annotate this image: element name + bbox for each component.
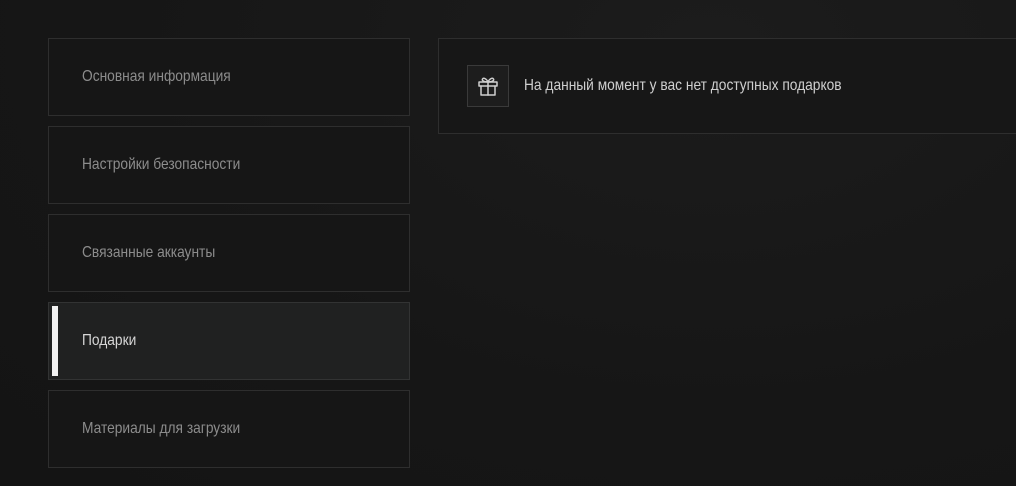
gift-icon-frame — [467, 65, 509, 107]
gifts-panel: На данный момент у вас нет доступных под… — [438, 38, 1016, 134]
sidebar-item-label: Материалы для загрузки — [82, 420, 241, 437]
sidebar-item-downloads[interactable]: Материалы для загрузки — [48, 390, 410, 468]
sidebar-item-security-settings[interactable]: Настройки безопасности — [48, 126, 410, 204]
sidebar-item-label: Основная информация — [82, 68, 231, 85]
sidebar-nav: Основная информация Настройки безопаснос… — [48, 38, 410, 468]
gift-icon — [478, 77, 498, 96]
sidebar-item-label: Настройки безопасности — [82, 156, 241, 173]
sidebar-item-label: Подарки — [82, 332, 137, 349]
sidebar-item-linked-accounts[interactable]: Связанные аккаунты — [48, 214, 410, 292]
active-indicator — [52, 306, 58, 376]
sidebar-item-gifts[interactable]: Подарки — [48, 302, 410, 380]
empty-gifts-message: На данный момент у вас нет доступных под… — [524, 77, 842, 94]
sidebar-item-label: Связанные аккаунты — [82, 244, 216, 261]
sidebar-item-basic-info[interactable]: Основная информация — [48, 38, 410, 116]
